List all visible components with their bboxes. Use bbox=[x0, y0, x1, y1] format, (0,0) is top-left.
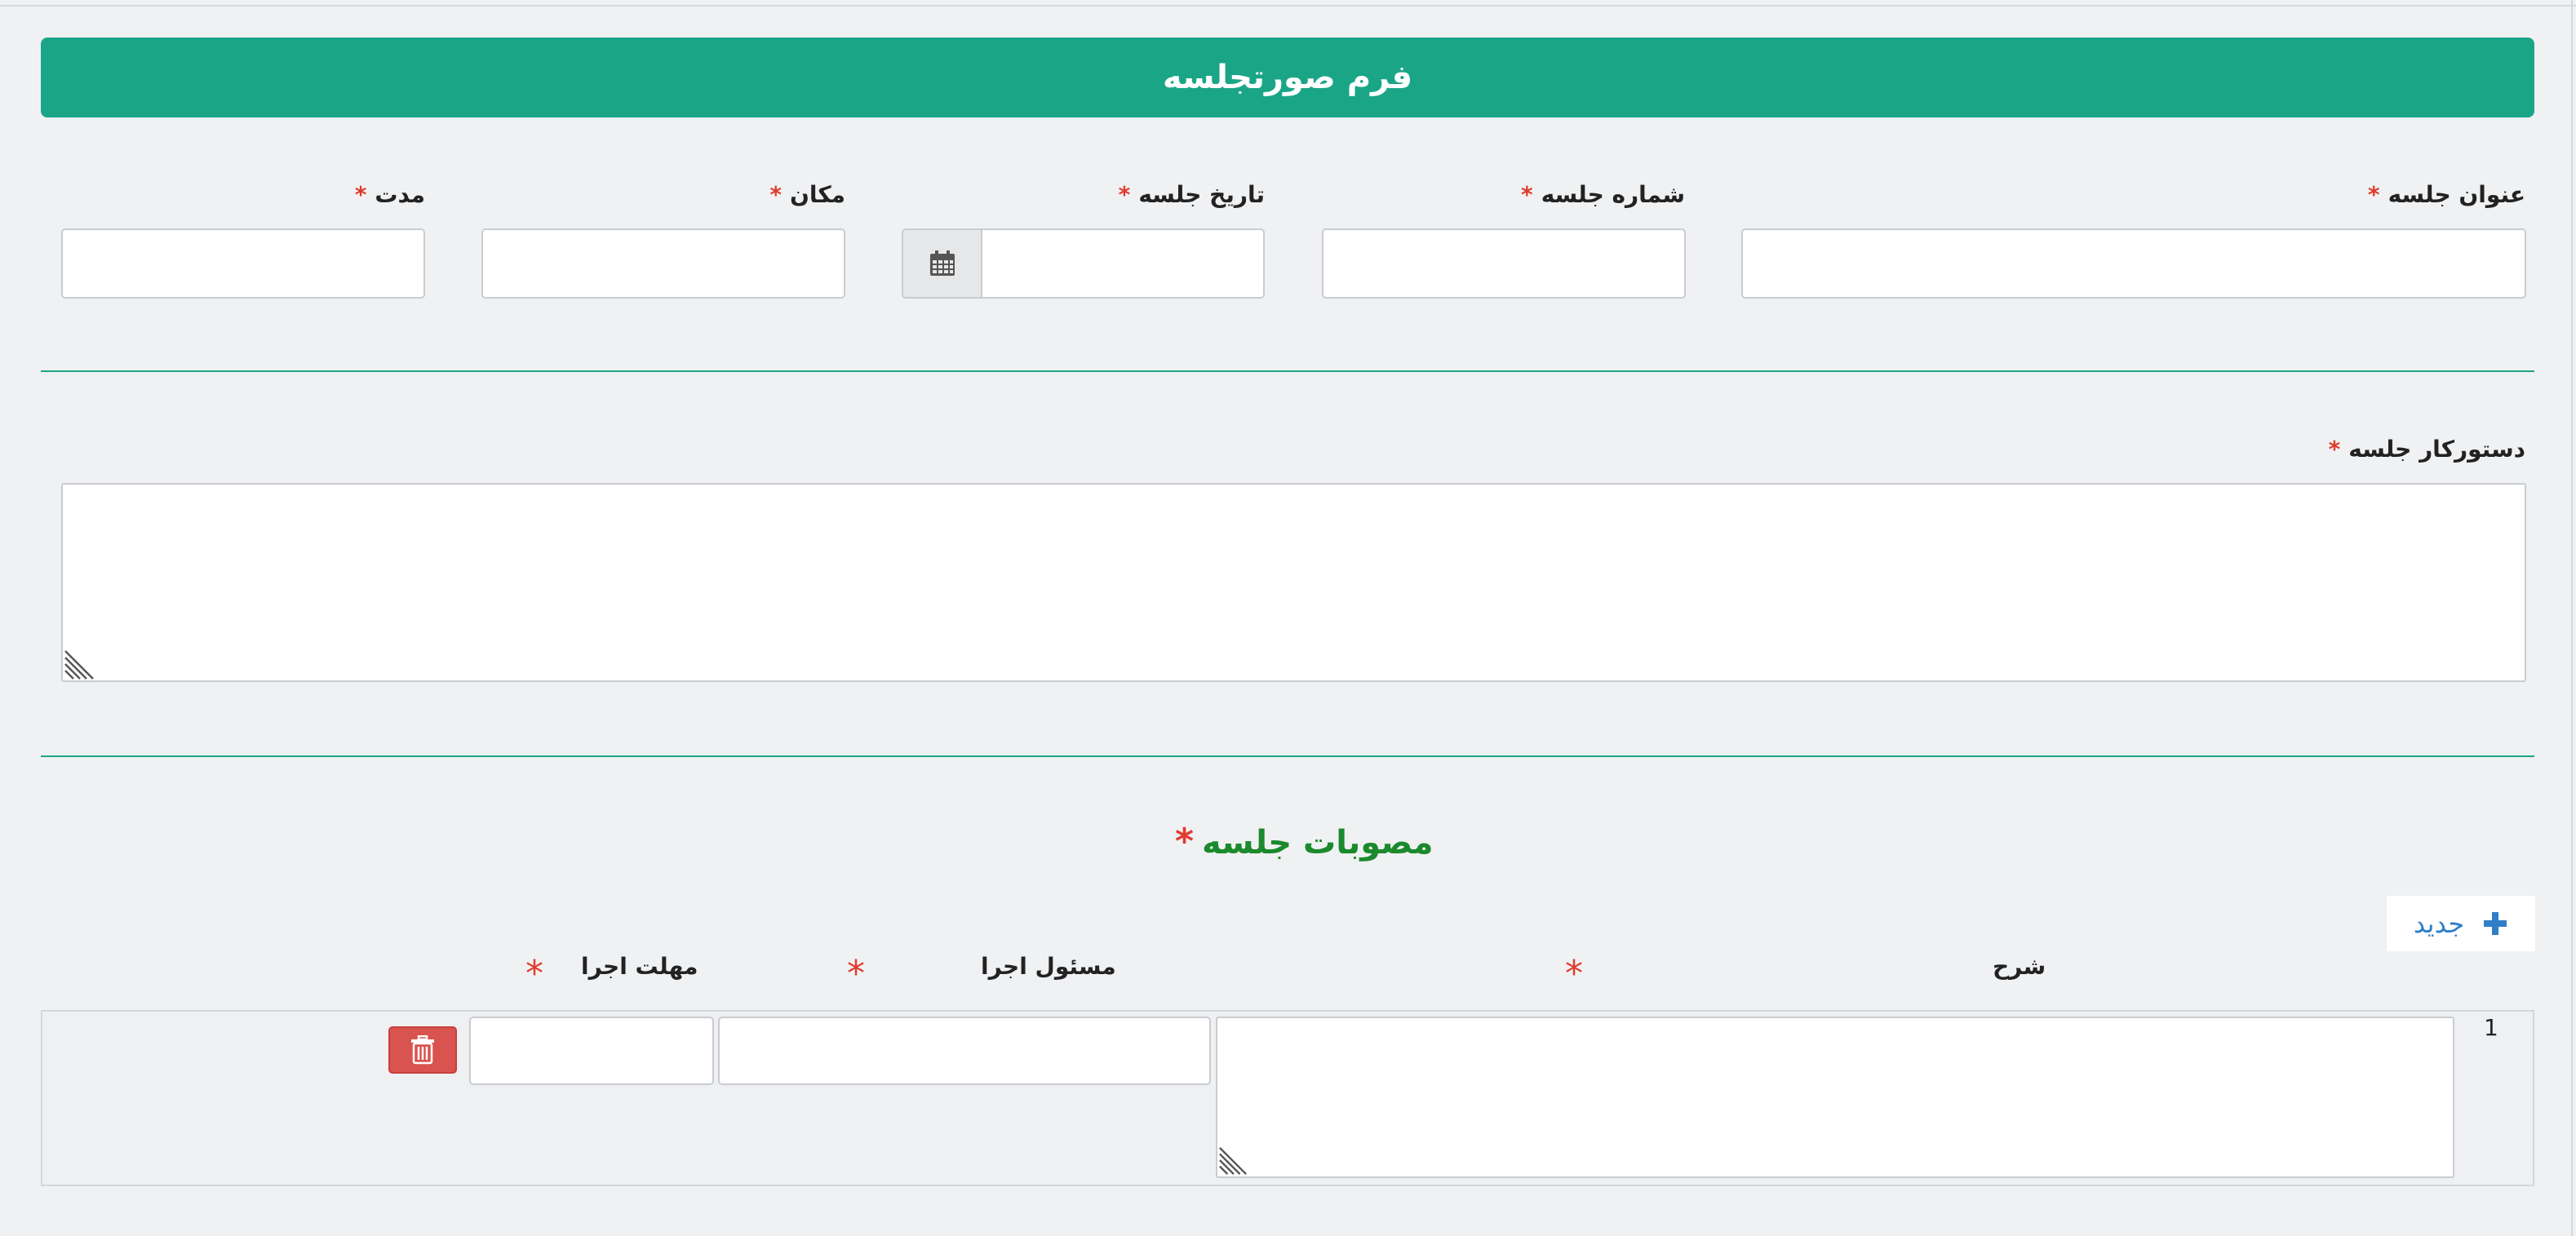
meeting-number-label: شماره جلسه* bbox=[1521, 181, 1685, 208]
required-star: * bbox=[1565, 953, 1583, 995]
required-star: * bbox=[1175, 821, 1195, 862]
top-border bbox=[0, 0, 2576, 7]
column-header-deadline: مهلت اجرا bbox=[581, 953, 698, 980]
required-star: * bbox=[1521, 181, 1533, 208]
duration-label: مدت* bbox=[354, 181, 425, 208]
plus-icon bbox=[2484, 912, 2507, 935]
section-divider bbox=[41, 755, 2534, 757]
required-star: * bbox=[847, 953, 865, 995]
required-star: * bbox=[2367, 181, 2380, 208]
agenda-label: دستورکار جلسه* bbox=[2328, 436, 2525, 463]
required-star: * bbox=[769, 181, 782, 208]
form-header: فرم صورتجلسه bbox=[41, 38, 2534, 117]
agenda-textarea[interactable] bbox=[61, 483, 2526, 682]
add-resolution-label: جدید bbox=[2413, 908, 2465, 939]
meeting-title-input[interactable] bbox=[1741, 228, 2526, 299]
resize-grip-icon[interactable] bbox=[1218, 1146, 1248, 1176]
calendar-icon bbox=[929, 250, 955, 276]
delete-row-button[interactable] bbox=[388, 1026, 457, 1074]
location-input[interactable] bbox=[481, 228, 845, 299]
trash-icon bbox=[411, 1035, 434, 1065]
responsible-input[interactable] bbox=[718, 1017, 1211, 1085]
required-star: * bbox=[2328, 436, 2341, 463]
resolutions-title: مصوبات جلسه* bbox=[1175, 821, 1434, 862]
meeting-number-input[interactable] bbox=[1322, 228, 1686, 299]
duration-input[interactable] bbox=[61, 228, 425, 299]
resize-grip-icon[interactable] bbox=[64, 649, 95, 680]
meeting-date-label: تاریخ جلسه* bbox=[1118, 181, 1265, 208]
right-border bbox=[2571, 0, 2573, 1236]
add-resolution-button[interactable]: جدید bbox=[2387, 896, 2535, 951]
column-header-description: شرح bbox=[1993, 953, 2046, 980]
section-divider bbox=[41, 370, 2534, 372]
meeting-date-input[interactable] bbox=[981, 228, 1265, 299]
deadline-input[interactable] bbox=[469, 1017, 714, 1085]
description-textarea[interactable] bbox=[1216, 1017, 2454, 1178]
meeting-title-label: عنوان جلسه* bbox=[2367, 181, 2525, 208]
required-star: * bbox=[1118, 181, 1131, 208]
date-picker-button[interactable] bbox=[902, 228, 982, 299]
required-star: * bbox=[354, 181, 367, 208]
location-label: مکان* bbox=[769, 181, 845, 208]
row-number: 1 bbox=[2484, 1014, 2498, 1041]
required-star: * bbox=[525, 953, 543, 995]
column-header-responsible: مسئول اجرا bbox=[981, 953, 1116, 980]
form-title: فرم صورتجلسه bbox=[1162, 59, 1413, 96]
